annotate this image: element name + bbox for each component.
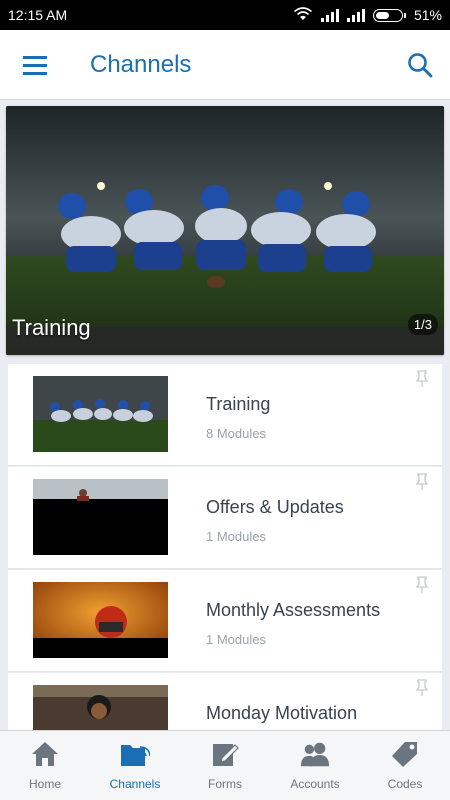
nav-label: Accounts — [290, 777, 340, 791]
nav-label: Forms — [208, 777, 242, 791]
channel-thumbnail — [33, 376, 168, 452]
menu-button[interactable] — [0, 30, 70, 100]
battery-icon — [372, 8, 406, 22]
page-title: Channels — [90, 50, 192, 78]
channel-module-count: 1 Modules — [206, 632, 266, 647]
featured-channel-title: Training — [12, 315, 91, 340]
nav-tab-home[interactable]: Home — [0, 731, 90, 800]
wifi-icon — [293, 6, 313, 24]
channel-title: Monday Motivation — [206, 703, 358, 723]
status-time: 12:15 AM — [8, 7, 68, 23]
app-bar: Channels — [0, 30, 450, 100]
carousel-page-indicator: 1/3 — [407, 314, 438, 335]
signal-strength-icon — [346, 9, 365, 22]
channel-thumbnail — [33, 479, 168, 555]
pin-icon[interactable] — [414, 370, 430, 388]
channel-list-item[interactable]: Monthly Assessments 1 Modules — [8, 570, 442, 672]
channel-module-count: 8 Modules — [206, 426, 266, 441]
status-icons: 51% — [293, 6, 442, 24]
nav-label: Home — [28, 777, 61, 791]
channel-list-item[interactable]: Offers & Updates 1 Modules — [8, 467, 442, 569]
nav-tab-forms[interactable]: Forms — [180, 731, 270, 800]
channel-title: Monthly Assessments — [206, 600, 381, 620]
hamburger-menu-icon — [23, 55, 47, 75]
nav-label: Channels — [109, 777, 161, 791]
tag-icon — [390, 739, 420, 769]
nav-tab-channels[interactable]: Channels — [90, 731, 180, 800]
channel-thumbnail — [33, 582, 168, 658]
status-bar: 12:15 AM 51% — [0, 0, 450, 30]
search-icon — [408, 52, 433, 77]
pin-icon[interactable] — [414, 473, 430, 491]
channel-list: Training 8 Modules Offers & Updates 1 Mo… — [8, 364, 442, 730]
folder-icon — [120, 739, 150, 769]
nav-label: Codes — [387, 777, 423, 791]
people-icon — [300, 739, 330, 769]
search-button[interactable] — [390, 30, 450, 100]
battery-percentage: 51% — [413, 7, 442, 23]
edit-icon — [210, 739, 240, 769]
nav-tab-accounts[interactable]: Accounts — [270, 731, 360, 800]
signal-strength-icon — [320, 9, 339, 22]
bottom-navigation: Home Channels Forms Accounts Codes — [0, 730, 450, 800]
featured-channel-banner[interactable]: Training 1/3 — [6, 106, 444, 355]
channel-title: Offers & Updates — [206, 497, 344, 517]
pin-icon[interactable] — [414, 679, 430, 697]
pin-icon[interactable] — [414, 576, 430, 594]
channel-module-count: 1 Modules — [206, 529, 266, 544]
nav-tab-codes[interactable]: Codes — [360, 731, 450, 800]
home-icon — [30, 739, 60, 769]
channel-thumbnail — [33, 685, 168, 730]
channel-title: Training — [206, 394, 271, 414]
channel-list-item[interactable]: Training 8 Modules — [8, 364, 442, 466]
channel-list-item[interactable]: Monday Motivation — [8, 673, 442, 730]
